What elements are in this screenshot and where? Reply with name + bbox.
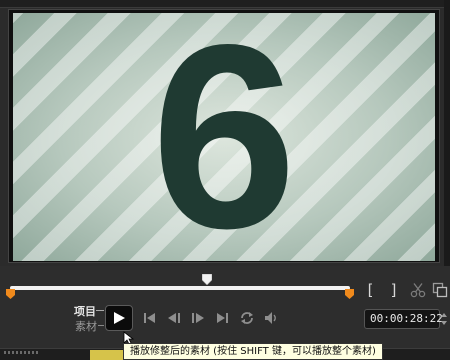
project-mode-toggle[interactable]: 项目: [74, 303, 96, 319]
timecode-spinner-icon[interactable]: [441, 310, 447, 328]
trim-marker-end[interactable]: [345, 289, 354, 299]
mark-out-button[interactable]: ]: [387, 281, 401, 299]
copy-icon[interactable]: [432, 282, 448, 298]
volume-icon[interactable]: [263, 310, 279, 326]
mode-indicator-line-secondary: [98, 325, 104, 326]
timeline-grip: [4, 351, 40, 354]
scissors-icon[interactable]: [410, 282, 426, 298]
play-icon: [114, 312, 125, 324]
trim-marker-start[interactable]: [6, 289, 15, 299]
play-button-tooltip: 播放修整后的素材 (按住 SHIFT 键，可以播放整个素材): [123, 343, 383, 360]
repeat-icon[interactable]: [239, 310, 255, 326]
countdown-digit: 6: [151, 13, 297, 261]
play-button[interactable]: [105, 305, 133, 331]
scrub-bar[interactable]: [10, 286, 350, 290]
step-back-icon[interactable]: [166, 310, 182, 326]
playback-control-bar: [0, 266, 450, 348]
scrub-handle[interactable]: [202, 274, 213, 285]
mark-in-button[interactable]: [: [363, 281, 377, 299]
mode-indicator-line: [96, 310, 104, 311]
step-forward-icon[interactable]: [190, 310, 206, 326]
clip-mode-toggle[interactable]: 素材: [75, 318, 97, 334]
timecode-field[interactable]: 00:00:28:22: [364, 309, 443, 329]
top-edge-strip: [0, 0, 450, 8]
preview-window: 6: [13, 13, 435, 261]
skip-start-icon[interactable]: [142, 310, 158, 326]
skip-end-icon[interactable]: [214, 310, 230, 326]
